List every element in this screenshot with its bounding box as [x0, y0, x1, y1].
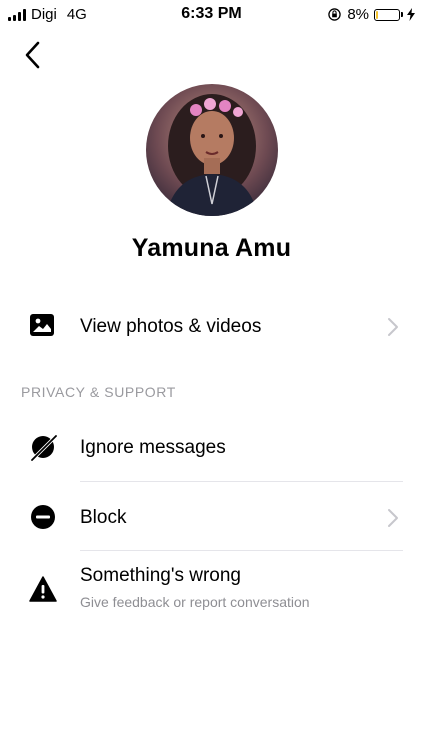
- battery-tip: [401, 12, 403, 17]
- avatar[interactable]: [146, 84, 278, 216]
- something-wrong-subtitle: Give feedback or report conversation: [80, 594, 310, 610]
- photo-icon: [30, 314, 54, 336]
- ignore-messages-label: Ignore messages: [80, 437, 226, 458]
- status-right: 8%: [328, 6, 415, 23]
- back-button[interactable]: [20, 40, 48, 70]
- chevron-right-icon: [388, 509, 398, 527]
- profile-photo: [146, 84, 278, 216]
- privacy-section-header: PRIVACY & SUPPORT: [21, 384, 176, 400]
- charging-bolt-icon: [407, 8, 415, 21]
- block-row[interactable]: Block: [0, 498, 423, 538]
- view-photos-videos-row[interactable]: View photos & videos: [0, 308, 423, 348]
- something-wrong-row[interactable]: Something's wrong Give feedback or repor…: [0, 562, 423, 620]
- divider: [80, 550, 403, 551]
- battery-icon: [374, 8, 400, 21]
- chevron-left-icon: [25, 41, 40, 69]
- ignore-icon: [30, 434, 57, 461]
- ignore-messages-row[interactable]: Ignore messages: [0, 428, 423, 468]
- battery-fill: [376, 10, 378, 19]
- warning-icon: [29, 576, 57, 602]
- block-icon: [31, 505, 55, 529]
- block-label: Block: [80, 507, 127, 528]
- something-wrong-label: Something's wrong: [80, 565, 241, 586]
- status-bar: Digi 4G 6:33 PM 8%: [0, 0, 423, 30]
- chevron-right-icon: [388, 318, 398, 336]
- orientation-lock-icon: [328, 8, 342, 21]
- view-photos-videos-label: View photos & videos: [80, 316, 262, 337]
- battery-percent: 8%: [347, 6, 369, 23]
- divider: [80, 481, 403, 482]
- profile-name: Yamuna Amu: [131, 234, 292, 262]
